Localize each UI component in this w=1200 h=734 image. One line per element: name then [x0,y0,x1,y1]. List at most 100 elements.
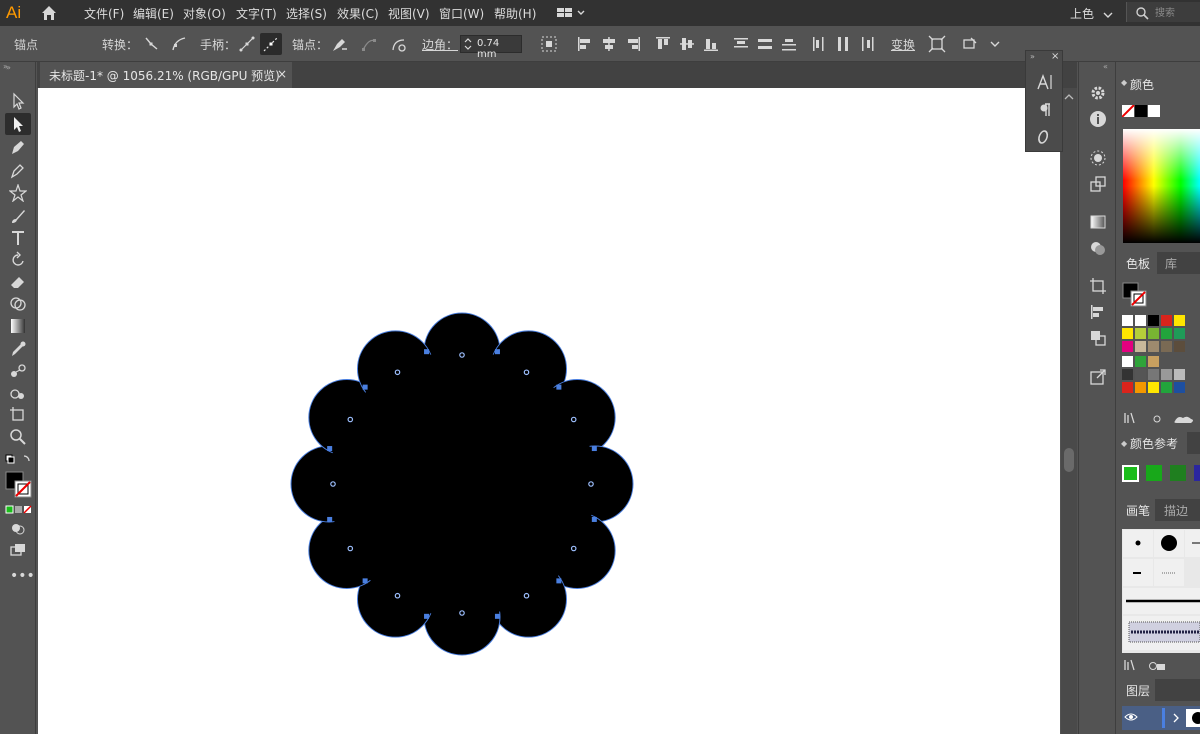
character-icon[interactable] [1036,73,1054,91]
scalloped-shape[interactable] [38,88,1060,734]
type-tool-icon[interactable] [9,229,27,247]
close-icon[interactable]: × [277,67,287,81]
color-swatch[interactable] [1122,341,1133,352]
align-to-icon[interactable] [540,35,564,53]
menu-type[interactable]: 文字(T) [236,5,277,22]
curvature-tool-icon[interactable] [9,161,27,179]
color-swatch[interactable] [1148,315,1159,326]
screen-mode-icon[interactable] [9,541,27,559]
color-guide-swatches[interactable] [1122,464,1200,482]
color-swatch[interactable] [1174,356,1185,367]
brush-stroke-row[interactable] [1123,588,1200,614]
symbol-sprayer-tool-icon[interactable] [9,384,27,402]
eye-icon[interactable] [1124,711,1138,723]
brush-art-row[interactable] [1123,616,1200,650]
hide-handles-icon[interactable] [260,33,282,55]
color-swatch[interactable] [1135,356,1146,367]
color-swatch[interactable] [1135,315,1146,326]
color-swatch[interactable] [1174,315,1185,326]
align-panel-icon[interactable] [1089,303,1107,321]
align-top-icon[interactable] [654,35,672,53]
color-swatch[interactable] [1174,369,1185,380]
isolate-icon[interactable] [928,35,946,53]
color-panel-title[interactable]: 颜色 [1130,76,1154,93]
brush-dotted[interactable] [1154,559,1184,586]
eraser-tool-icon[interactable] [9,273,27,291]
zoom-tool-icon[interactable] [9,428,27,446]
paintbrush-tool-icon[interactable] [9,207,27,225]
color-swatch[interactable] [1122,382,1133,393]
color-swatch[interactable] [1174,341,1185,352]
menu-file[interactable]: 文件(F) [84,5,124,22]
paragraph-icon[interactable] [1036,101,1054,119]
show-handles-icon[interactable] [238,35,256,53]
rotate-tool-icon[interactable] [9,251,27,269]
transparency-icon[interactable] [1089,239,1107,257]
corner-radius-value[interactable]: 0.74 mm [477,38,521,60]
close-icon[interactable]: × [1051,51,1059,62]
stepper-icon[interactable] [463,37,473,51]
appearance-sun-icon[interactable] [1089,149,1107,167]
vertical-scrollbar[interactable] [1061,88,1077,734]
menu-help[interactable]: 帮助(H) [494,5,536,22]
guide-swatch[interactable] [1122,465,1139,482]
color-swatch[interactable] [1135,382,1146,393]
align-bottom-icon[interactable] [702,35,720,53]
distribute-left-icon[interactable] [810,35,828,53]
brushes-tab[interactable]: 画笔 [1126,502,1150,519]
color-swatch[interactable] [1122,315,1133,326]
convert-to-smooth-icon[interactable] [170,35,188,53]
home-icon[interactable] [40,4,58,22]
none-black-white-swatches[interactable] [1121,104,1162,118]
brush-dot-large[interactable] [1154,530,1184,557]
workspace-switcher[interactable]: 上色 [1070,5,1094,22]
color-swatch[interactable] [1148,382,1159,393]
color-swatch[interactable] [1161,328,1172,339]
eyedropper-tool-icon[interactable] [9,340,27,358]
color-swatch[interactable] [1122,369,1133,380]
selection-tool-icon[interactable] [9,92,27,110]
distribute-bottom-icon[interactable] [780,35,798,53]
expand-icon[interactable]: ◆ [1121,439,1127,448]
chevron-down-icon[interactable] [986,35,1000,53]
swap-default-colors-icon[interactable] [4,453,32,465]
color-swatch[interactable] [1174,328,1185,339]
info-icon[interactable] [1089,110,1107,128]
color-panel-header[interactable]: ◆ 颜色 [1117,72,1200,96]
menu-select[interactable]: 选择(S) [286,5,327,22]
corner-label[interactable]: 边角： [422,36,458,53]
expand-icon[interactable]: ◆ [1121,78,1127,87]
menu-view[interactable]: 视图(V) [388,5,430,22]
color-swatch[interactable] [1161,382,1172,393]
align-middle-icon[interactable] [678,35,696,53]
scroll-up-icon[interactable] [1064,90,1074,100]
distribute-right-icon[interactable] [858,35,876,53]
more-tools-icon[interactable]: ••• [10,568,35,584]
artboard-tool-icon[interactable] [9,406,27,424]
search-input[interactable]: 搜索 [1155,4,1199,19]
remove-anchor-icon[interactable] [330,35,348,53]
fill-stroke-selector[interactable] [5,471,33,499]
pen-tool-icon[interactable] [9,138,27,156]
color-spectrum[interactable] [1123,129,1200,243]
color-swatch[interactable] [1161,315,1172,326]
brush-dot-small[interactable] [1123,530,1153,557]
guide-swatch[interactable] [1170,465,1186,481]
brush-line[interactable] [1185,530,1200,557]
color-swatch[interactable] [1161,341,1172,352]
collapse-icon[interactable]: « [1103,62,1108,71]
color-swatch[interactable] [1148,341,1159,352]
drawing-mode-icon[interactable] [9,519,27,537]
layers-tab[interactable]: 图层 [1126,682,1150,699]
libraries-tab[interactable]: 库 [1165,255,1177,272]
collapse-icon[interactable] [1117,62,1200,72]
menu-effect[interactable]: 效果(C) [337,5,379,22]
panel-options-icon[interactable] [962,35,980,53]
scrollbar-thumb[interactable] [1064,448,1074,472]
chevron-down-icon[interactable] [1103,8,1113,18]
distribute-vcenter-icon[interactable] [756,35,774,53]
color-swatch[interactable] [1122,356,1133,367]
star-tool-icon[interactable] [8,183,28,203]
collapse-icon[interactable]: » [3,62,8,71]
artboards-icon[interactable] [1089,277,1107,295]
